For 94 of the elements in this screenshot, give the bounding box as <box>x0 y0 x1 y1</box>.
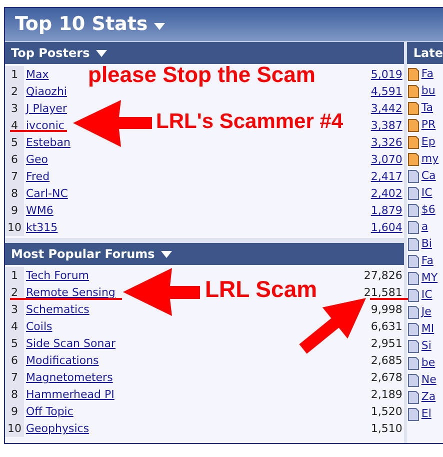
rank-number: 7 <box>5 369 24 386</box>
rank-number: 10 <box>5 420 24 437</box>
rank-number: 2 <box>5 284 24 301</box>
rank-number: 6 <box>5 151 24 168</box>
name-link[interactable]: Magnetometers <box>26 371 113 384</box>
thread-link[interactable]: a <box>421 219 428 236</box>
dropdown-icon[interactable] <box>154 23 165 30</box>
count-text: 9,998 <box>370 303 404 316</box>
count-text: 6,631 <box>370 320 404 333</box>
rank-number: 4 <box>5 117 24 134</box>
count-text: 2,189 <box>370 388 404 401</box>
dropdown-icon[interactable] <box>96 50 107 56</box>
section-title: Late <box>413 45 443 62</box>
thread-link[interactable]: Fa <box>421 66 434 83</box>
rank-number: 1 <box>5 267 24 284</box>
name-link[interactable]: J Player <box>26 102 67 115</box>
count-link[interactable]: 1,879 <box>370 204 404 217</box>
thread-link[interactable]: IC <box>421 287 432 304</box>
name-link[interactable]: Max <box>26 68 49 81</box>
dropdown-icon[interactable] <box>160 250 172 258</box>
annotation-text: LRL's Scammer #4 <box>156 111 344 132</box>
name-link[interactable]: ivconic <box>26 119 64 132</box>
count-text: 2,678 <box>370 371 404 384</box>
name-link[interactable]: Remote Sensing <box>26 286 116 299</box>
thread-link[interactable]: Za <box>421 389 436 406</box>
count-link[interactable]: 3,442 <box>370 102 404 115</box>
name-link[interactable]: kt315 <box>26 221 58 234</box>
rank-number: 7 <box>5 168 24 185</box>
rank-number: 9 <box>5 202 24 219</box>
annotation-text: LRL Scam <box>205 278 318 301</box>
underline-mark <box>10 130 67 132</box>
section-title: Most Popular Forums <box>11 246 155 263</box>
thread-link[interactable]: be <box>421 355 436 372</box>
thread-link[interactable]: Je <box>421 304 432 321</box>
underline-mark <box>370 298 408 300</box>
name-link[interactable]: Side Scan Sonar <box>26 337 116 350</box>
thread-link[interactable]: PR <box>421 117 436 134</box>
name-link[interactable]: Coils <box>26 320 52 333</box>
rank-number: 8 <box>5 386 24 403</box>
thread-link[interactable]: Ep <box>421 134 436 151</box>
name-link[interactable]: WM6 <box>26 204 54 217</box>
thread-link[interactable]: bu <box>421 83 436 100</box>
thread-link[interactable]: Ta <box>421 100 434 117</box>
name-link[interactable]: Schematics <box>26 303 90 316</box>
count-text: 2,685 <box>370 354 404 367</box>
rank-number: 3 <box>5 100 24 117</box>
name-link[interactable]: Tech Forum <box>26 269 90 282</box>
panel-title: Top 10 Stats <box>15 15 148 34</box>
count-text: 2,951 <box>370 337 404 350</box>
count-text: 27,826 <box>364 269 404 282</box>
rank-number: 2 <box>5 83 24 100</box>
count-text: 21,581 <box>364 286 404 299</box>
count-link[interactable]: 1,604 <box>370 221 404 234</box>
count-text: 1,510 <box>370 422 404 435</box>
name-link[interactable]: Geo <box>26 153 48 166</box>
count-link[interactable]: 2,417 <box>370 170 404 183</box>
thread-link[interactable]: MY <box>421 270 438 287</box>
rank-number: 9 <box>5 403 24 420</box>
rank-number: 3 <box>5 301 24 318</box>
section-title: Top Posters <box>11 45 90 62</box>
count-link[interactable]: 5,019 <box>370 68 404 81</box>
name-link[interactable]: Modifications <box>26 354 99 367</box>
count-link[interactable]: 3,387 <box>370 119 404 132</box>
rank-number: 1 <box>5 66 24 83</box>
thread-link[interactable]: Ne <box>421 372 436 389</box>
name-link[interactable]: Geophysics <box>26 422 90 435</box>
thread-link[interactable]: El <box>421 406 432 423</box>
rank-number: 4 <box>5 318 24 335</box>
count-link[interactable]: 3,070 <box>370 153 404 166</box>
name-link[interactable]: Off Topic <box>26 405 74 418</box>
name-link[interactable]: Esteban <box>26 136 70 149</box>
name-link[interactable]: Qiaozhi <box>26 85 67 98</box>
name-link[interactable]: Fred <box>26 170 50 183</box>
thread-link[interactable]: IC <box>421 185 432 202</box>
count-link[interactable]: 4,591 <box>370 85 404 98</box>
thread-link[interactable]: Bi <box>421 236 432 253</box>
count-link[interactable]: 2,402 <box>370 187 404 200</box>
count-text: 1,520 <box>370 405 404 418</box>
rank-number: 10 <box>5 219 24 236</box>
rank-number: 6 <box>5 352 24 369</box>
thread-link[interactable]: Si <box>421 338 432 355</box>
thread-link[interactable]: Fa <box>421 253 434 270</box>
thread-link[interactable]: my <box>421 151 439 168</box>
thread-link[interactable]: MI <box>421 321 434 338</box>
annotation-text: please Stop the Scam <box>88 64 316 86</box>
thread-link[interactable]: Ca <box>421 168 436 185</box>
count-link[interactable]: 3,326 <box>370 136 404 149</box>
thread-link[interactable]: $6 <box>421 202 436 219</box>
rank-number: 5 <box>5 134 24 151</box>
name-link[interactable]: Hammerhead PI <box>26 388 114 401</box>
name-link[interactable]: Carl-NC <box>26 187 68 200</box>
arrow-annotation <box>299 298 366 354</box>
rank-number: 8 <box>5 185 24 202</box>
rank-number: 5 <box>5 335 24 352</box>
